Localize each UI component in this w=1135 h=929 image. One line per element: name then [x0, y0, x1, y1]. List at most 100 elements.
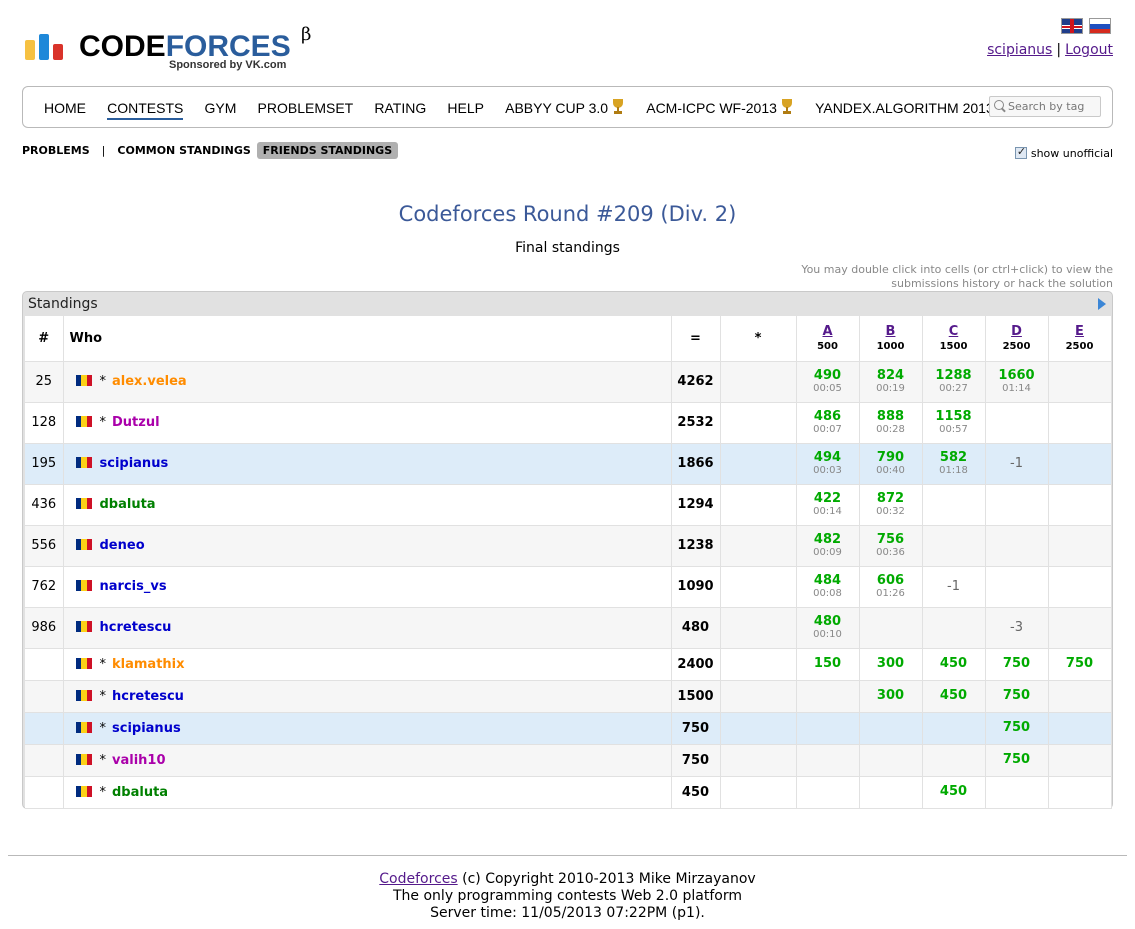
footer-codeforces-link[interactable]: Codeforces	[379, 871, 457, 887]
participant-handle-link[interactable]: valih10	[112, 753, 166, 768]
problem-cell[interactable]	[796, 680, 860, 713]
problem-cell[interactable]: 450	[922, 776, 986, 809]
problem-cell[interactable]: 490 00:05	[796, 361, 860, 403]
russian-flag-icon[interactable]	[1089, 18, 1111, 34]
problem-cell[interactable]: 888 00:28	[859, 402, 923, 444]
submenu-problems[interactable]: PROBLEMS	[22, 144, 90, 157]
show-unofficial-checkbox[interactable]	[1014, 145, 1027, 159]
menu-contests[interactable]: CONTESTS	[107, 100, 184, 120]
participant-handle-link[interactable]: scipianus	[112, 721, 181, 736]
problem-cell[interactable]	[1048, 361, 1112, 403]
problem-cell[interactable]	[1048, 402, 1112, 444]
problem-cell[interactable]	[985, 484, 1049, 526]
romania-flag-icon	[75, 657, 92, 669]
problem-cell[interactable]	[859, 712, 923, 745]
problem-cell[interactable]	[922, 712, 986, 745]
menu-gym[interactable]: GYM	[205, 100, 237, 116]
menu-yandex-algorithm[interactable]: YANDEX.ALGORITHM 2013	[815, 99, 1011, 116]
problem-cell[interactable]	[1048, 484, 1112, 526]
tag-search-box[interactable]	[989, 96, 1101, 117]
problem-cell[interactable]	[859, 776, 923, 809]
problem-cell[interactable]: 486 00:07	[796, 402, 860, 444]
problem-cell[interactable]: -3	[985, 607, 1049, 649]
problem-cell[interactable]: 450	[922, 648, 986, 681]
participant-handle-link[interactable]: dbaluta	[100, 497, 156, 512]
menu-acm-icpc[interactable]: ACM-ICPC WF-2013	[646, 99, 794, 116]
problem-cell[interactable]: 582 01:18	[922, 443, 986, 485]
problem-cell[interactable]	[796, 744, 860, 777]
problem-cell[interactable]	[796, 776, 860, 809]
submenu-friends-standings[interactable]: FRIENDS STANDINGS	[256, 142, 399, 159]
problem-cell[interactable]	[1048, 525, 1112, 567]
problem-cell[interactable]	[859, 744, 923, 777]
problem-cell[interactable]	[985, 566, 1049, 608]
problem-cell[interactable]	[1048, 744, 1112, 777]
participant-handle-link[interactable]: alex.velea	[112, 374, 187, 389]
problem-cell[interactable]: 750	[1048, 648, 1112, 681]
problem-cell[interactable]	[922, 744, 986, 777]
problem-cell[interactable]: 750	[985, 712, 1049, 745]
participant-handle-link[interactable]: dbaluta	[112, 785, 168, 800]
problem-cell[interactable]: 300	[859, 648, 923, 681]
problem-cell[interactable]	[1048, 443, 1112, 485]
problem-cell[interactable]: 750	[985, 744, 1049, 777]
problem-cell[interactable]	[985, 525, 1049, 567]
participant-handle-link[interactable]: scipianus	[100, 456, 169, 471]
problem-cell[interactable]	[985, 402, 1049, 444]
participant-handle-link[interactable]: narcis_vs	[100, 579, 167, 594]
participant-handle-link[interactable]: deneo	[100, 538, 145, 553]
problem-cell[interactable]	[1048, 712, 1112, 745]
problem-cell[interactable]	[1048, 607, 1112, 649]
problem-cell[interactable]: 300	[859, 680, 923, 713]
problem-cell[interactable]	[922, 525, 986, 567]
menu-abbyy-cup[interactable]: ABBYY CUP 3.0	[505, 99, 625, 116]
menu-help[interactable]: HELP	[447, 100, 484, 116]
participant-handle-link[interactable]: hcretescu	[100, 620, 172, 635]
problem-a-link[interactable]: A	[797, 324, 859, 339]
problem-cell[interactable]	[985, 776, 1049, 809]
show-unofficial-toggle[interactable]: show unofficial	[1014, 145, 1113, 160]
problem-cell[interactable]: 606 01:26	[859, 566, 923, 608]
problem-cell[interactable]: 480 00:10	[796, 607, 860, 649]
problem-cell[interactable]: 750	[985, 648, 1049, 681]
problem-cell[interactable]: 750	[985, 680, 1049, 713]
menu-rating[interactable]: RATING	[374, 100, 426, 116]
problem-cell[interactable]: 482 00:09	[796, 525, 860, 567]
logout-link[interactable]: Logout	[1065, 42, 1113, 58]
participant-handle-link[interactable]: hcretescu	[112, 689, 184, 704]
menu-problemset[interactable]: PROBLEMSET	[258, 100, 354, 116]
english-flag-icon[interactable]	[1061, 18, 1083, 34]
problem-cell[interactable]: -1	[922, 566, 986, 608]
participant-handle-link[interactable]: klamathix	[112, 657, 185, 672]
problem-e-link[interactable]: E	[1049, 324, 1111, 339]
problem-cell[interactable]: 1660 01:14	[985, 361, 1049, 403]
problem-cell[interactable]: 484 00:08	[796, 566, 860, 608]
problem-cell[interactable]: 756 00:36	[859, 525, 923, 567]
problem-cell[interactable]	[922, 484, 986, 526]
problem-cell[interactable]	[796, 712, 860, 745]
problem-cell[interactable]: 1158 00:57	[922, 402, 986, 444]
problem-cell[interactable]	[859, 607, 923, 649]
problem-cell[interactable]: 824 00:19	[859, 361, 923, 403]
participant-handle-link[interactable]: Dutzul	[112, 415, 160, 430]
problem-cell[interactable]: 450	[922, 680, 986, 713]
menu-home[interactable]: HOME	[44, 100, 86, 116]
problem-cell[interactable]	[922, 607, 986, 649]
problem-cell[interactable]: 1288 00:27	[922, 361, 986, 403]
tag-search-input[interactable]	[1008, 99, 1098, 114]
submenu-common-standings[interactable]: COMMON STANDINGS	[117, 144, 250, 157]
problem-b-link[interactable]: B	[860, 324, 922, 339]
problem-cell[interactable]: 494 00:03	[796, 443, 860, 485]
problem-cell[interactable]: 790 00:40	[859, 443, 923, 485]
problem-cell[interactable]	[1048, 776, 1112, 809]
problem-cell[interactable]: 422 00:14	[796, 484, 860, 526]
user-profile-link[interactable]: scipianus	[987, 42, 1052, 58]
problem-c-link[interactable]: C	[923, 324, 985, 339]
problem-cell[interactable]: -1	[985, 443, 1049, 485]
problem-d-link[interactable]: D	[986, 324, 1048, 339]
expand-arrow-icon[interactable]	[1098, 298, 1106, 310]
problem-cell[interactable]	[1048, 680, 1112, 713]
problem-cell[interactable]	[1048, 566, 1112, 608]
problem-cell[interactable]: 872 00:32	[859, 484, 923, 526]
problem-cell[interactable]: 150	[796, 648, 860, 681]
